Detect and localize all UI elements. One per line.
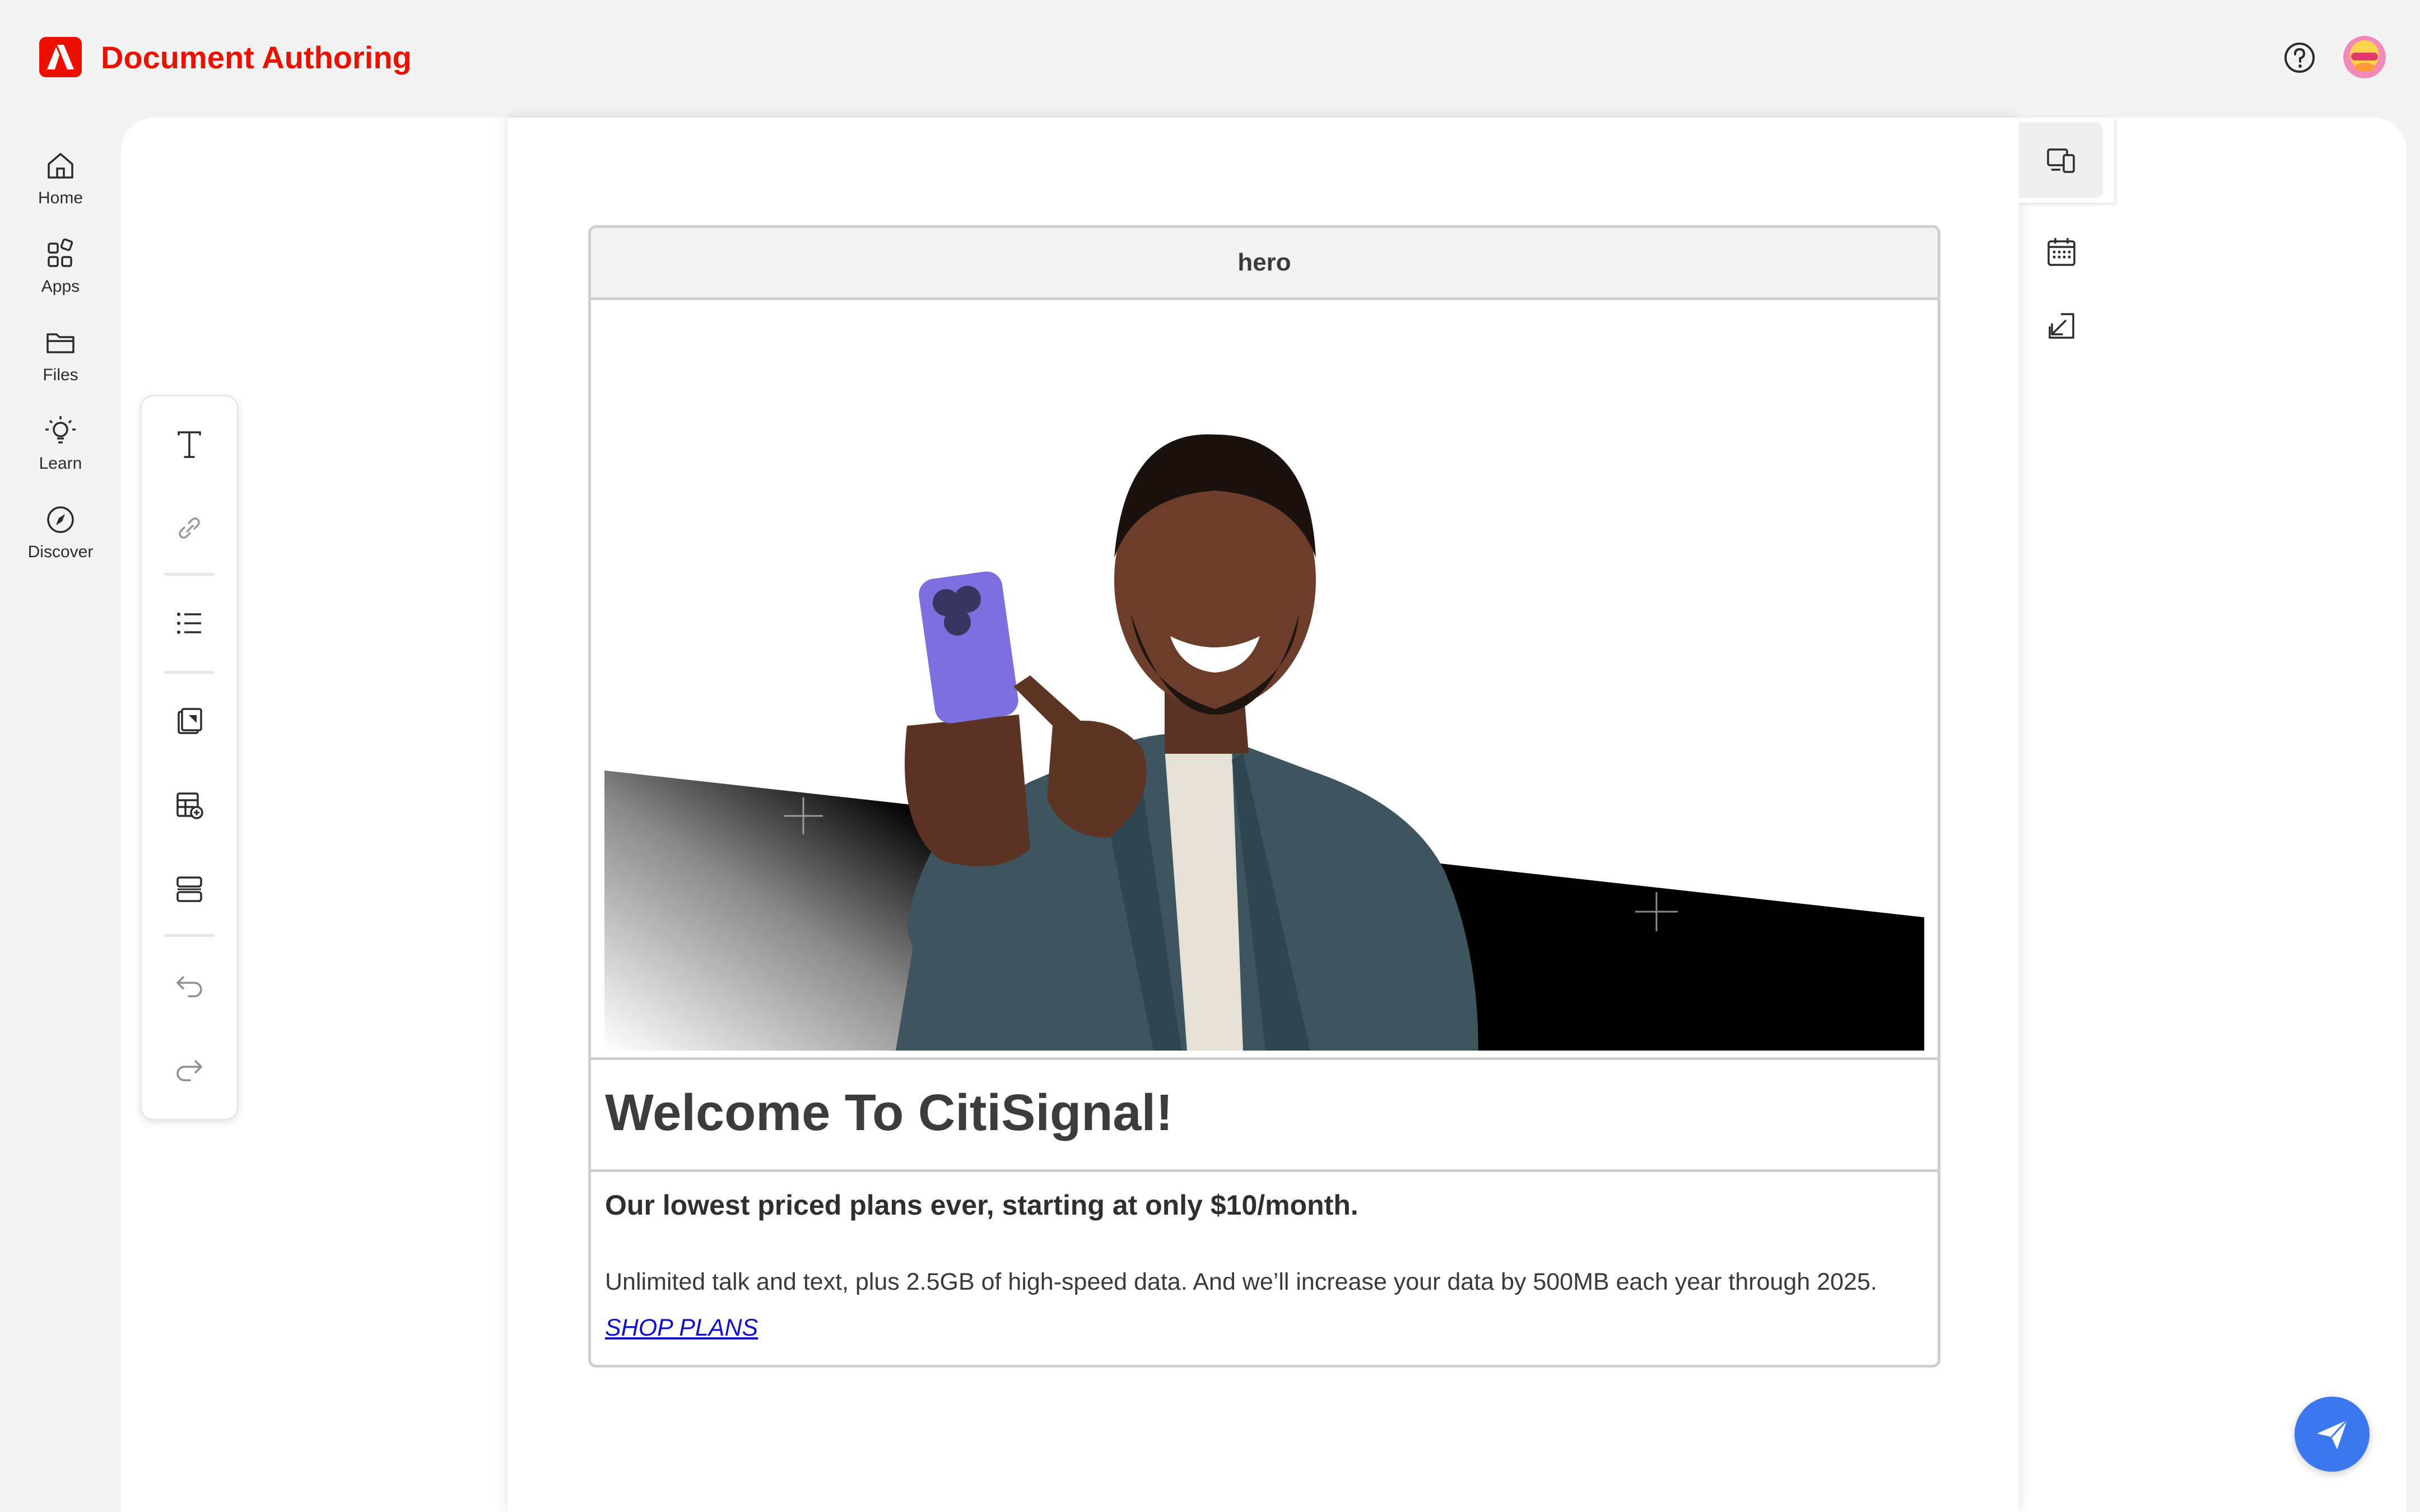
open-icon [2049,313,2074,339]
nav-item-discover[interactable]: Discover [0,497,121,575]
app-title: Document Authoring [101,39,412,75]
text-button[interactable] [161,416,217,472]
nav-label-discover: Discover [27,543,94,561]
toolbar-separator [164,671,215,674]
undo-button[interactable] [161,956,217,1012]
hero-subtitle: Our lowest priced plans ever, starting a… [605,1189,1358,1221]
section-button[interactable] [161,861,217,917]
format-toolbar [140,395,239,1121]
hero-image [604,434,1924,1051]
nav-label-home: Home [38,189,83,207]
avatar[interactable] [2343,36,2386,78]
image-icon [178,708,202,734]
table-button[interactable] [161,777,217,833]
nav-label-files: Files [43,366,78,384]
nav-item-files[interactable]: Files [0,320,121,398]
calendar-icon [2047,238,2075,266]
preview-devices-icon [2047,148,2075,173]
nav-item-learn[interactable]: Learn [0,408,121,487]
list-button[interactable] [161,595,217,651]
help-icon[interactable] [2283,41,2316,74]
nav-item-home[interactable]: Home [0,143,121,221]
text-icon [178,431,201,458]
top-bar: Document Authoring [0,0,2420,118]
nav-item-apps[interactable]: Apps [0,231,121,310]
publish-button[interactable] [2295,1397,2370,1472]
avatar-icon [2343,36,2386,78]
link-button[interactable] [161,500,217,556]
apps-icon [48,238,73,267]
undo-icon [176,976,202,997]
hero-title-cell[interactable]: Welcome To CitiSignal! [591,1060,1938,1172]
link-icon [179,517,200,539]
block-name: hero [591,228,1938,300]
hero-block[interactable]: hero Welcome To CitiSignal! Our lowest p… [588,225,1940,1368]
shop-plans-link[interactable]: SHOP PLANS [605,1314,758,1342]
home-icon [48,153,73,179]
hero-image-cell[interactable] [591,300,1938,1060]
schedule-button[interactable] [2039,230,2084,274]
redo-button[interactable] [161,1040,217,1096]
adobe-logo-icon [47,45,74,69]
open-in-button[interactable] [2039,304,2084,348]
brand[interactable]: Document Authoring [39,37,412,77]
preview-panel-tab[interactable] [2019,118,2114,203]
section-icon [176,876,202,902]
nav-label-apps: Apps [41,277,80,296]
toolbar-separator [164,934,215,937]
lightbulb-icon [45,416,76,444]
image-button[interactable] [161,693,217,749]
compass-icon [47,506,74,533]
folder-icon [46,333,75,353]
table-add-icon [176,792,203,819]
nav-label-learn: Learn [39,454,82,473]
hero-description: Unlimited talk and text, plus 2.5GB of h… [605,1268,1877,1295]
preview-devices-button[interactable] [2019,122,2103,198]
hero-body-cell[interactable]: Our lowest priced plans ever, starting a… [591,1172,1938,1365]
redo-icon [176,1060,202,1081]
adobe-logo [39,37,82,77]
toolbar-separator [164,573,215,576]
send-icon [2317,1419,2348,1449]
hero-title: Welcome To CitiSignal! [605,1084,1173,1141]
list-icon [177,613,201,634]
